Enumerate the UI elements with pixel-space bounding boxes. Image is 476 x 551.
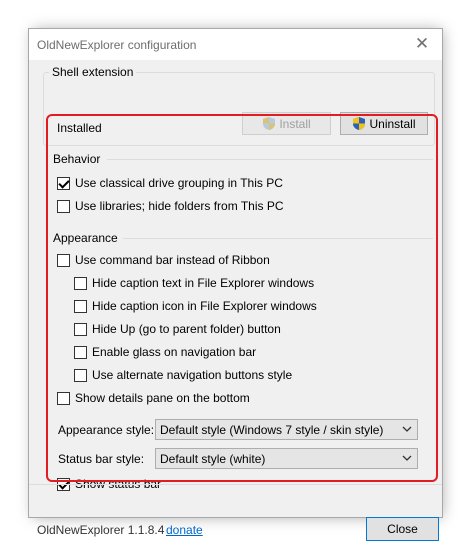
checkbox-label: Hide caption text in File Explorer windo… <box>92 276 315 290</box>
checkbox-label: Use classical drive grouping in This PC <box>75 176 283 190</box>
checkbox-box[interactable] <box>74 276 87 290</box>
checkbox-box[interactable] <box>57 176 70 190</box>
checkbox-hide-caption-icon[interactable]: Hide caption icon in File Explorer windo… <box>74 298 317 314</box>
uninstall-button-label: Uninstall <box>369 116 416 131</box>
behavior-section-label: Behavior <box>53 152 101 166</box>
checkbox-enable-glass[interactable]: Enable glass on navigation bar <box>74 344 256 360</box>
status-bar-style-label: Status bar style: <box>58 452 145 466</box>
checkbox-hide-up-button[interactable]: Hide Up (go to parent folder) button <box>74 321 281 337</box>
status-bar-style-value: Default style (white) <box>160 451 266 466</box>
appearance-style-value: Default style (Windows 7 style / skin st… <box>160 422 384 437</box>
checkbox-alternate-nav-buttons[interactable]: Use alternate navigation buttons style <box>74 367 292 383</box>
uac-shield-icon <box>263 117 276 130</box>
config-dialog: OldNewExplorer configuration ✕ Shell ext… <box>28 28 443 541</box>
checkbox-command-bar[interactable]: Use command bar instead of Ribbon <box>57 252 270 268</box>
checkbox-classical-drive-grouping[interactable]: Use classical drive grouping in This PC <box>57 175 283 191</box>
uac-shield-icon <box>353 117 366 130</box>
appearance-separator <box>123 238 433 239</box>
version-text: OldNewExplorer 1.1.8.4 <box>37 523 165 537</box>
checkbox-box[interactable] <box>74 345 87 359</box>
uninstall-button[interactable]: Uninstall <box>340 112 428 135</box>
close-button[interactable]: Close <box>366 517 439 541</box>
window-title: OldNewExplorer configuration <box>37 38 197 52</box>
install-button-label: Install <box>279 116 311 131</box>
checkbox-box[interactable] <box>57 391 70 405</box>
dialog-client-area: Shell extension Installed Install Uninst… <box>29 60 442 541</box>
checkbox-box[interactable] <box>74 322 87 336</box>
chevron-down-icon <box>402 426 412 432</box>
shell-extension-group-label: Shell extension <box>49 65 137 79</box>
status-bar-style-dropdown[interactable]: Default style (white) <box>155 448 418 469</box>
checkbox-label: Use libraries; hide folders from This PC <box>75 199 284 213</box>
title-bar[interactable]: OldNewExplorer configuration ✕ <box>29 29 442 60</box>
checkbox-box[interactable] <box>57 199 70 213</box>
checkbox-label: Show details pane on the bottom <box>75 391 250 405</box>
chevron-down-icon <box>402 455 412 461</box>
checkbox-use-libraries[interactable]: Use libraries; hide folders from This PC <box>57 198 284 214</box>
checkbox-label: Use command bar instead of Ribbon <box>75 253 270 267</box>
appearance-style-dropdown[interactable]: Default style (Windows 7 style / skin st… <box>155 419 418 440</box>
install-button[interactable]: Install <box>242 112 331 135</box>
checkbox-box[interactable] <box>74 368 87 382</box>
donate-link[interactable]: donate <box>166 523 203 537</box>
behavior-separator <box>107 159 433 160</box>
appearance-section-label: Appearance <box>53 231 118 245</box>
checkbox-label: Use alternate navigation buttons style <box>92 368 293 382</box>
checkbox-label: Enable glass on navigation bar <box>92 345 257 359</box>
appearance-style-label: Appearance style: <box>58 423 155 437</box>
checkbox-details-pane-bottom[interactable]: Show details pane on the bottom <box>57 390 250 406</box>
checkbox-box[interactable] <box>74 299 87 313</box>
footer-separator <box>29 484 442 485</box>
checkbox-label: Hide Up (go to parent folder) button <box>92 322 281 336</box>
checkbox-hide-caption-text[interactable]: Hide caption text in File Explorer windo… <box>74 275 314 291</box>
close-button-label: Close <box>387 522 418 536</box>
close-window-icon[interactable]: ✕ <box>408 31 436 57</box>
checkbox-label: Hide caption icon in File Explorer windo… <box>92 299 317 313</box>
checkbox-box[interactable] <box>57 253 70 267</box>
shell-status-text: Installed <box>57 121 102 135</box>
